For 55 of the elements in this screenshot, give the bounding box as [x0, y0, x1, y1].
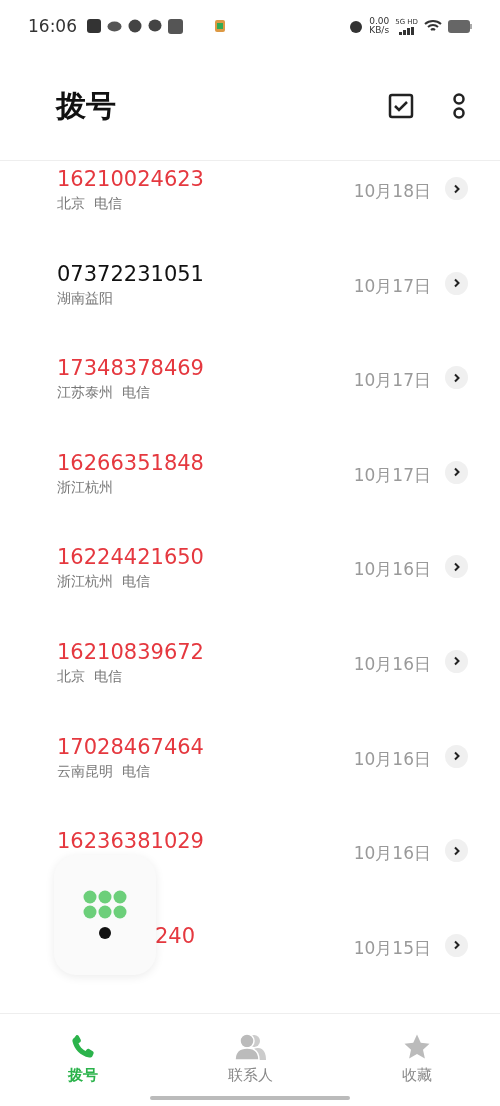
details-chevron-icon[interactable]: [445, 649, 468, 673]
wifi-icon: [424, 19, 442, 33]
details-chevron-icon[interactable]: [445, 271, 468, 295]
call-log-row[interactable]: 07372231051 湖南益阳 10月17日: [0, 255, 500, 351]
phone-number: 17028467464: [57, 734, 205, 759]
battery-icon: [448, 19, 472, 33]
contacts-icon: [234, 1032, 266, 1062]
phone-number: 16236381029: [57, 829, 205, 854]
nav-tab[interactable]: 收藏: [333, 1014, 500, 1106]
details-chevron-icon[interactable]: [445, 460, 468, 484]
phone-number: 16210839672: [57, 639, 205, 664]
call-log-row[interactable]: 16224421650 浙江杭州 电信 10月16日: [0, 539, 500, 634]
details-chevron-icon[interactable]: [445, 744, 468, 768]
dialpad-icon: [83, 890, 127, 940]
nav-tab[interactable]: 拨号: [0, 1014, 167, 1106]
phone-number: 07372231051: [57, 261, 205, 286]
details-chevron-icon[interactable]: [445, 366, 468, 390]
call-log-row[interactable]: 16210839672 北京 电信 10月16日: [0, 633, 500, 729]
call-log-row[interactable]: 240 10月15日: [0, 917, 500, 1013]
page-title: 拨号: [56, 86, 117, 125]
phone-number: 17348378469: [57, 356, 205, 381]
caller-location: 浙江杭州 电信: [57, 573, 151, 592]
network-speed: 0.00: [369, 17, 390, 26]
call-log-row[interactable]: 17348378469 江苏泰州 电信 10月17日: [0, 350, 500, 445]
caller-location: 云南昆明 电信: [57, 762, 151, 781]
call-date: 10月15日: [353, 936, 431, 960]
phone-number: 16266351848: [57, 450, 205, 475]
phone-number: 240: [155, 923, 197, 948]
details-chevron-icon[interactable]: [445, 933, 468, 957]
caller-location: 北京 电信: [57, 667, 123, 686]
call-log-row[interactable]: 16210024623 北京 电信 10月18日: [0, 161, 500, 256]
details-chevron-icon[interactable]: [445, 555, 468, 579]
call-log-row[interactable]: 17028467464 云南昆明 电信 10月16日: [0, 728, 500, 824]
call-date: 10月17日: [353, 274, 431, 298]
call-date: 10月18日: [353, 180, 431, 203]
call-date: 10月17日: [353, 369, 431, 393]
caller-location: 湖南益阳: [57, 289, 114, 308]
call-log-row[interactable]: 16266351848 浙江杭州 10月17日: [0, 444, 500, 540]
call-date: 10月17日: [353, 463, 431, 487]
call-date: 10月16日: [353, 747, 431, 771]
call-date: 10月16日: [353, 652, 431, 676]
status-time: 16:06: [28, 16, 77, 36]
call-date: 10月16日: [353, 842, 431, 866]
caller-location: 北京 电信: [57, 195, 123, 213]
speed-unit: KB/s: [369, 26, 390, 35]
game-app-icon: [215, 20, 225, 32]
caller-location: 江苏泰州 电信: [57, 384, 151, 403]
caller-location: 浙江杭州: [57, 478, 114, 497]
details-chevron-icon[interactable]: [445, 839, 468, 863]
call-date: 10月16日: [353, 558, 431, 582]
details-chevron-icon[interactable]: [445, 177, 468, 200]
phone-number: 16210024623: [57, 167, 205, 191]
signal-icon: [398, 26, 415, 35]
call-log-row[interactable]: 16236381029 10月16日: [0, 823, 500, 918]
phone-number: 16224421650: [57, 545, 205, 570]
